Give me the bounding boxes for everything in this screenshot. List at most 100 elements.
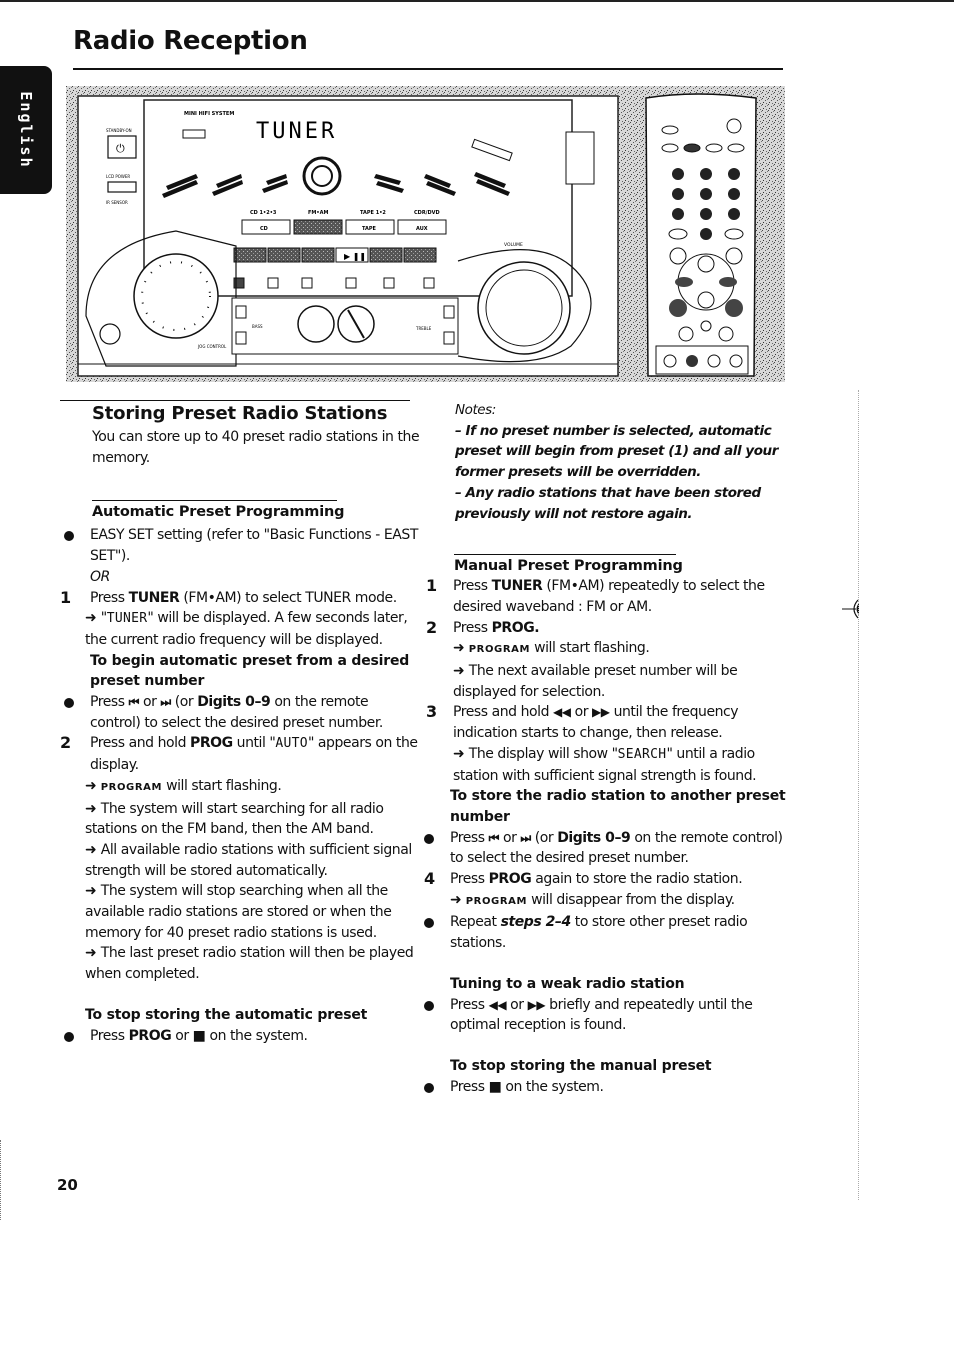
arrow-icon: ➜ [453,745,469,762]
step-text: Press and hold [453,704,554,721]
repeat-item: Repeat steps 2–4 to store other preset r… [420,912,790,953]
intro-text: You can store up to 40 preset radio stat… [92,429,420,466]
step-text: or [570,704,592,721]
svg-text:AUX: AUX [416,226,428,232]
language-tab-label: English [17,91,35,169]
desired-preset-item: Press ⏮ or ⏭ (or Digits 0–9 on the remot… [60,692,420,733]
result-text: The last preset radio station will then … [85,945,414,983]
jog-control-dial [133,253,219,339]
step-text: Press [450,829,489,846]
program-indicator: PROGRAM [100,781,163,793]
arrow-icon: ➜ [453,640,469,657]
result-line: ➜ PROGRAM will start flashing. [85,776,420,799]
step-text: Press [453,619,492,636]
step-text: again to store the radio station. [531,871,743,888]
prog-key: PROG [488,871,532,888]
rewind-icon: ◀◀ [553,705,571,720]
weak-station-item: Press ◀◀ or ▶▶ briefly and repeatedly un… [420,995,790,1036]
page-title: Radio Reception [73,26,308,56]
auto-step-2: 2 Press and hold PROG until "AUTO" appea… [60,733,420,775]
auto-step-1: 1 Press TUNER (FM•AM) to select TUNER mo… [60,588,420,609]
lcd-text: AUTO [275,736,308,752]
jog-label: JOG CONTROL [197,344,227,349]
result-text: The system will stop searching when all … [85,883,392,941]
auto-step-2-results: ➜ PROGRAM will start flashing. ➜ The sys… [60,776,420,985]
on-off-knob [297,305,335,343]
result-line: ➜ The system will start searching for al… [85,799,420,840]
step-text: on the system. [501,1078,604,1095]
system-label: MINI HIFI SYSTEM [184,111,234,117]
top-border [0,0,954,2]
result-line: ➜ The display will show "SEARCH" until a… [453,744,790,786]
subheading-store-another: To store the radio station to another pr… [450,788,786,825]
arrow-icon: ➜ [85,610,101,627]
language-tab: English [0,66,52,194]
section-heading-storing-presets: Storing Preset Radio Stations [92,403,388,424]
result-line: ➜ PROGRAM will disappear from the displa… [450,890,790,913]
manual-step-4: 4 Press PROG again to store the radio st… [420,869,790,912]
lcd-power-button [107,181,137,193]
volume-knob [477,261,571,355]
easy-set-text: EASY SET setting (refer to "Basic Functi… [90,527,418,565]
step-text: or [171,1027,193,1044]
step-text: Press [90,694,129,711]
step-number: 3 [426,702,437,722]
program-indicator: PROGRAM [468,644,531,656]
subheading-stop-manual: To stop storing the manual preset [450,1057,712,1074]
subheading-automatic-preset: Automatic Preset Programming [92,504,345,521]
step-text: Press [453,578,492,595]
ir-sensor-label: IR SENSOR [106,200,128,205]
lcd-text: SEARCH [617,746,667,762]
standby-label: STANDBY-ON [106,128,132,133]
previous-icon: ⏮ [128,695,140,710]
rewind-icon: ◀◀ [488,997,507,1012]
step-text: (or [530,829,558,846]
bullet-icon [420,912,442,934]
step-text: Press [90,589,129,606]
page-edge-dots-left [0,1140,2,1220]
page-number: 20 [57,1176,78,1194]
step-text: Repeat [450,914,501,931]
remote-volume-minus [669,247,687,265]
manual-step-3: 3 Press and hold ◀◀ or ▶▶ until the freq… [420,702,790,786]
remote-volume-plus [725,247,743,265]
arrow-icon: ➜ [85,777,101,794]
step-text: or [506,996,528,1013]
cd-door-slot [565,131,595,185]
step-text: (FM•AM) to select TUNER mode. [179,589,397,606]
or-text: OR [90,568,110,585]
next-icon: ⏭ [520,830,531,845]
bullet-icon [60,1026,82,1048]
note-item: – Any radio stations that have been stor… [455,484,761,522]
svg-text:CD: CD [260,226,268,232]
steps-reference: steps 2–4 [500,914,572,931]
step-number: 2 [426,617,437,637]
bullet-icon [420,1077,442,1099]
result-text: The system will start searching for all … [85,800,384,838]
step-text: Press [450,1078,489,1095]
step-text: or [138,694,161,711]
bullet-icon [420,828,442,850]
manual-step-1: 1 Press TUNER (FM•AM) repeatedly to sele… [420,576,790,617]
easy-set-item: EASY SET setting (refer to "Basic Functi… [60,525,420,587]
svg-text:TAPE 1•2: TAPE 1•2 [360,210,386,216]
arrow-icon: ➜ [453,663,469,680]
arrow-icon: ➜ [85,883,101,900]
store-another-item: Press ⏮ or ⏭ (or Digits 0–9 on the remot… [420,828,790,869]
result-text: will start flashing. [530,640,650,657]
previous-icon: ⏮ [488,830,500,845]
prog-key: PROG. [491,619,540,636]
arrow-icon: ➜ [85,841,101,858]
result-text: will start flashing. [162,777,282,794]
volume-label: VOLUME [504,242,523,248]
page-edge-dots [858,390,860,1200]
step-number: 4 [424,869,435,889]
stop-automatic-item: Press PROG or ■ on the system. [60,1026,420,1047]
note-item: – If no preset number is selected, autom… [455,422,778,481]
right-column: Notes: – If no preset number is selected… [420,400,790,1097]
step-text: or [498,829,521,846]
result-text: The display will show " [468,745,618,762]
stop-icon: ■ [192,1027,206,1044]
svg-text:FM•AM: FM•AM [308,210,328,216]
arrow-icon: ➜ [85,945,101,962]
